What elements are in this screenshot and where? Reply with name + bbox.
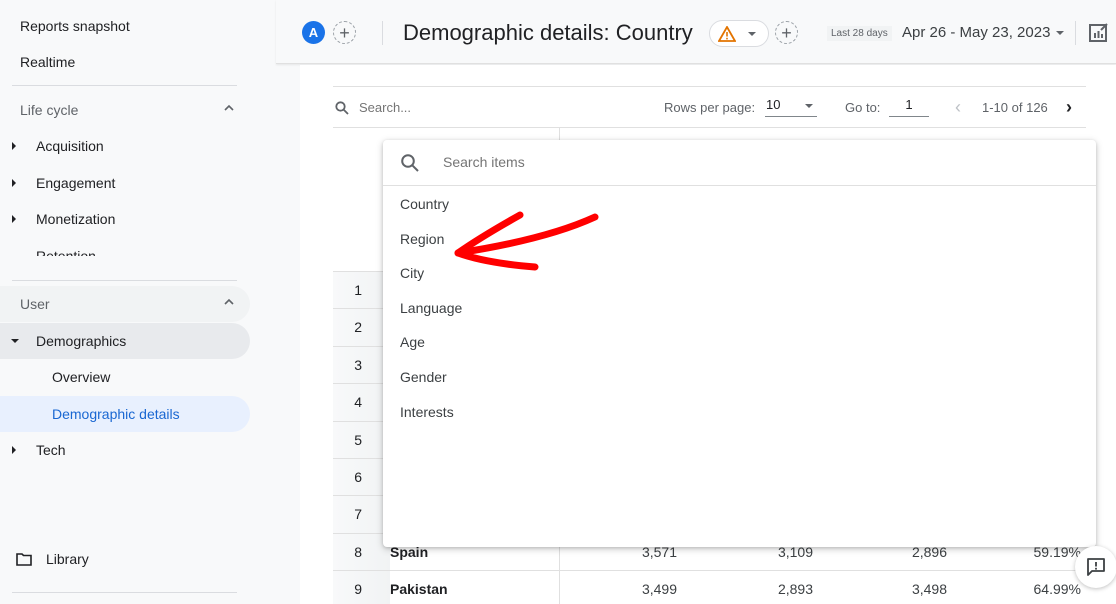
row-index: 8 (333, 533, 390, 571)
table-row[interactable]: 9 Pakistan 3,499 2,893 3,498 64.99% (333, 570, 1086, 604)
nav-realtime-label: Realtime (20, 54, 76, 70)
row-metric-1: 3,499 (641, 581, 677, 598)
table-search-input[interactable] (359, 100, 559, 115)
nav-reports-snapshot-label: Reports snapshot (20, 18, 130, 34)
plus-icon: + (339, 22, 350, 43)
row-index: 3 (333, 346, 390, 384)
next-page-icon[interactable]: › (1066, 97, 1072, 118)
nav-reports-snapshot[interactable]: Reports snapshot (0, 8, 250, 44)
expand-arrow-icon (12, 142, 16, 150)
prev-page-icon[interactable]: ‹ (955, 97, 961, 118)
row-metric-3: 3,498 (911, 581, 947, 598)
nav-library[interactable]: Library (0, 541, 250, 577)
feedback-button[interactable] (1075, 546, 1116, 588)
dropdown-item-age[interactable]: Age (383, 325, 1096, 359)
caret-down-icon (805, 104, 813, 108)
dropdown-search-input[interactable] (443, 154, 843, 170)
nav-monetization[interactable]: Monetization (0, 201, 250, 237)
chevron-up-icon (224, 298, 234, 305)
nav-overview-label: Overview (52, 369, 111, 385)
expand-arrow-icon (12, 446, 16, 454)
nav-engagement[interactable]: Engagement (0, 165, 250, 201)
row-index: 2 (333, 309, 390, 347)
row-index: 6 (333, 459, 390, 496)
plus-icon: + (781, 22, 792, 43)
chevron-up-icon (224, 104, 234, 111)
section-lifecycle[interactable]: Life cycle (0, 92, 250, 128)
row-metric-4: 64.99% (1033, 581, 1081, 598)
dropdown-item-city[interactable]: City (383, 256, 1096, 290)
dropdown-item-interests[interactable]: Interests (383, 395, 1096, 429)
date-range-text: Apr 26 - May 23, 2023 (902, 24, 1051, 41)
nav-tech[interactable]: Tech (0, 432, 250, 468)
rows-per-page-select[interactable]: 10 (765, 97, 817, 117)
page-title: Demographic details: Country (403, 20, 693, 45)
nav-monetization-label: Monetization (36, 211, 116, 227)
add-filter-button[interactable]: + (775, 21, 798, 44)
section-user-title: User (20, 296, 50, 312)
rows-per-page-label: Rows per page: (664, 100, 756, 115)
warning-icon (718, 26, 736, 42)
rows-per-page-value: 10 (766, 97, 781, 112)
expand-arrow-icon (12, 179, 16, 187)
warning-dropdown[interactable] (709, 20, 769, 47)
nav-library-label: Library (46, 551, 89, 567)
collapse-arrow-icon (11, 339, 19, 343)
row-country: Pakistan (390, 581, 448, 598)
dropdown-item-language[interactable]: Language (383, 291, 1096, 325)
nav-demographic-details[interactable]: Demographic details (0, 396, 250, 432)
header-divider (382, 21, 383, 45)
nav-acquisition[interactable]: Acquisition (0, 128, 250, 164)
nav-demographics-label: Demographics (36, 333, 127, 349)
nav-acquisition-label: Acquisition (36, 138, 104, 154)
dropdown-search-bar (383, 140, 1096, 186)
row-index: 1 (333, 272, 390, 309)
customize-report-icon[interactable] (1088, 21, 1110, 43)
goto-page-input[interactable]: 1 (889, 97, 929, 117)
header-divider (1075, 21, 1076, 45)
sidebar: Reports snapshot Realtime Life cycle Acq… (0, 0, 262, 604)
nav-demographic-details-label: Demographic details (52, 406, 180, 422)
date-preset-badge: Last 28 days (827, 26, 892, 41)
dropdown-item-gender[interactable]: Gender (383, 360, 1096, 394)
section-lifecycle-title: Life cycle (20, 102, 79, 118)
add-comparison-button[interactable]: + (333, 21, 356, 44)
folder-icon (16, 553, 32, 566)
caret-down-icon (748, 32, 756, 36)
nav-overview[interactable]: Overview (0, 359, 250, 395)
nav-realtime[interactable]: Realtime (0, 44, 250, 80)
sidebar-divider (12, 592, 237, 593)
goto-label: Go to: (845, 100, 881, 115)
section-user[interactable]: User (0, 286, 250, 322)
sidebar-divider (12, 280, 237, 281)
expand-arrow-icon (12, 215, 16, 223)
date-range-picker[interactable]: Apr 26 - May 23, 2023 (902, 24, 1065, 41)
row-index: 9 (333, 571, 390, 604)
nav-demographics[interactable]: Demographics (0, 323, 250, 359)
row-metric-2: 2,893 (777, 581, 813, 598)
dimension-dropdown: CountryRegionCityLanguageAgeGenderIntere… (383, 140, 1096, 547)
page-range: 1-10 of 126 (982, 100, 1048, 115)
comparison-avatar[interactable]: A (302, 21, 325, 44)
search-icon (335, 101, 349, 115)
row-index: 5 (333, 421, 390, 459)
scroll-clip (0, 256, 262, 268)
caret-down-icon (1056, 31, 1065, 36)
nav-tech-label: Tech (36, 442, 66, 458)
row-index: 4 (333, 384, 390, 422)
feedback-icon (1087, 558, 1105, 576)
table-toolbar: Rows per page: 10 Go to: 1 ‹ 1-10 of 126… (333, 86, 1086, 128)
sidebar-divider (12, 85, 237, 86)
dropdown-item-region[interactable]: Region (383, 222, 1096, 256)
dropdown-item-country[interactable]: Country (383, 187, 1096, 221)
nav-engagement-label: Engagement (36, 175, 116, 191)
search-icon (401, 154, 419, 172)
row-index: 7 (333, 496, 390, 534)
